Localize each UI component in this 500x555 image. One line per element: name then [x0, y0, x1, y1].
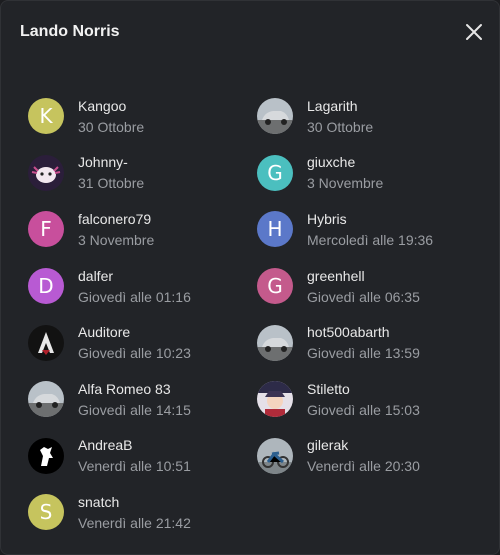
list-item[interactable]: D dalfer Giovedì alle 01:16 — [28, 258, 257, 315]
axolotl-photo-avatar — [28, 154, 64, 191]
avatar: K — [28, 98, 64, 135]
list-item[interactable]: Johnny- 31 Ottobre — [28, 145, 257, 202]
list-item[interactable]: gilerak Venerdì alle 20:30 — [257, 428, 486, 485]
avatar: S — [28, 494, 64, 531]
car-photo-avatar — [257, 98, 293, 135]
reaction-date: 3 Novembre — [307, 175, 384, 192]
reaction-date: Giovedì alle 14:15 — [78, 401, 191, 418]
assassin-logo-avatar — [28, 324, 64, 361]
user-name[interactable]: gilerak — [307, 436, 420, 454]
user-name[interactable]: Lagarith — [307, 97, 373, 115]
close-icon[interactable] — [463, 21, 485, 43]
list-item[interactable]: G greenhell Giovedì alle 06:35 — [257, 258, 486, 315]
motorbike-photo-avatar — [257, 437, 293, 474]
list-item[interactable]: H Hybris Mercoledì alle 19:36 — [257, 201, 486, 258]
reaction-date: Giovedì alle 13:59 — [307, 345, 420, 362]
avatar: G — [257, 154, 293, 191]
list-item[interactable]: G giuxche 3 Novembre — [257, 145, 486, 202]
reaction-date: Venerdì alle 20:30 — [307, 458, 420, 475]
user-name[interactable]: snatch — [78, 493, 191, 511]
user-name[interactable]: greenhell — [307, 267, 420, 285]
user-name[interactable]: giuxche — [307, 153, 383, 171]
reactions-dialog: Lando Norris K Kangoo 30 Ottobre Lagarith… — [0, 0, 500, 555]
anime-photo-avatar — [257, 381, 293, 418]
reaction-date: Giovedì alle 15:03 — [307, 401, 420, 418]
avatar: D — [28, 268, 64, 305]
user-name[interactable]: Auditore — [78, 323, 191, 341]
list-item[interactable]: Alfa Romeo 83 Giovedì alle 14:15 — [28, 371, 257, 428]
avatar: G — [257, 268, 293, 305]
dialog-title: Lando Norris — [20, 23, 120, 40]
user-name[interactable]: hot500abarth — [307, 323, 420, 341]
user-name[interactable]: Kangoo — [78, 97, 144, 115]
list-item[interactable]: Auditore Giovedì alle 10:23 — [28, 314, 257, 371]
list-item[interactable]: K Kangoo 30 Ottobre — [28, 88, 257, 145]
user-name[interactable]: AndreaB — [78, 436, 191, 454]
reaction-date: Mercoledì alle 19:36 — [307, 231, 434, 248]
user-name[interactable]: Stiletto — [307, 380, 420, 398]
user-name[interactable]: dalfer — [78, 267, 191, 285]
list-item[interactable]: S snatch Venerdì alle 21:42 — [28, 484, 257, 541]
list-item[interactable]: F falconero79 3 Novembre — [28, 201, 257, 258]
avatar: F — [28, 211, 64, 248]
reaction-date: 30 Ottobre — [307, 118, 374, 135]
user-name[interactable]: Johnny- — [78, 153, 144, 171]
car-photo-avatar — [28, 381, 64, 418]
horse-logo-avatar — [28, 437, 64, 474]
list-item[interactable]: AndreaB Venerdì alle 10:51 — [28, 428, 257, 485]
avatar: H — [257, 211, 293, 248]
reaction-date: Giovedì alle 06:35 — [307, 288, 420, 305]
list-item[interactable]: Lagarith 30 Ottobre — [257, 88, 486, 145]
user-name[interactable]: falconero79 — [78, 210, 154, 228]
reaction-date: 3 Novembre — [78, 231, 155, 248]
reaction-date: Venerdì alle 10:51 — [78, 458, 191, 475]
reaction-date: Giovedì alle 01:16 — [78, 288, 191, 305]
list-item[interactable]: Stiletto Giovedì alle 15:03 — [257, 371, 486, 428]
reaction-date: Giovedì alle 10:23 — [78, 345, 191, 362]
reaction-date: 30 Ottobre — [78, 118, 145, 135]
user-list: K Kangoo 30 Ottobre Lagarith 30 Ottobre Jo… — [28, 88, 488, 541]
list-item[interactable]: hot500abarth Giovedì alle 13:59 — [257, 314, 486, 371]
car-photo-avatar — [257, 324, 293, 361]
reaction-date: Venerdì alle 21:42 — [78, 514, 191, 531]
user-name[interactable]: Hybris — [307, 210, 433, 228]
user-name[interactable]: Alfa Romeo 83 — [78, 380, 191, 398]
reaction-date: 31 Ottobre — [78, 175, 145, 192]
